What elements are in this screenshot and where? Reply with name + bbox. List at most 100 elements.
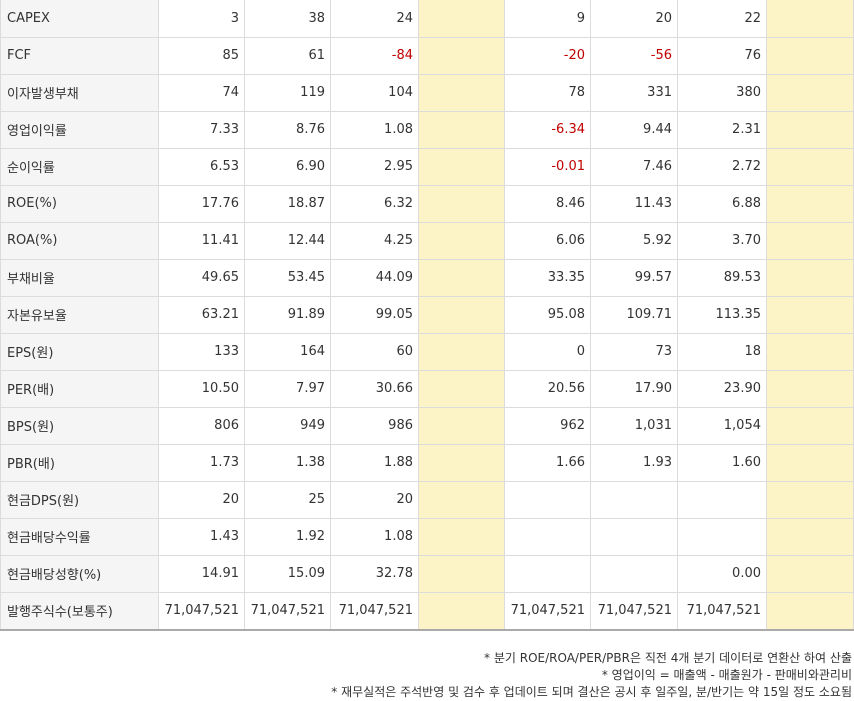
value-cell: 6.53 <box>158 147 245 186</box>
highlight-cell <box>418 221 505 260</box>
financial-summary-panel: CAPEX 3 38 24 9 20 22 FCF 85 61 -84 -20 -56 76 이자발생부채 7… <box>0 0 854 701</box>
value-cell: 95.08 <box>504 295 591 334</box>
highlight-cell <box>418 110 505 149</box>
value-cell: 14.91 <box>158 554 245 593</box>
footnote-update-schedule: * 재무실적은 주석반영 및 검수 후 업데이트 되며 결산은 공시 후 일주일… <box>331 685 852 699</box>
highlight-cell <box>418 591 505 631</box>
value-cell: 1.93 <box>590 443 678 482</box>
row-label: 영업이익률 <box>0 110 159 149</box>
value-cell: 0 <box>504 332 591 371</box>
highlight-cell <box>418 147 505 186</box>
financial-table: CAPEX 3 38 24 9 20 22 FCF 85 61 -84 -20 -56 76 이자발생부채 7… <box>0 0 854 631</box>
row-label: 현금배당수익률 <box>0 517 159 556</box>
row-label: FCF <box>0 36 159 75</box>
table-row: 현금배당수익률 1.43 1.92 1.08 <box>0 517 854 556</box>
value-cell: 53.45 <box>244 258 331 297</box>
value-cell: 1,031 <box>590 406 678 445</box>
value-cell: 0.00 <box>677 554 767 593</box>
highlight-cell <box>418 443 505 482</box>
value-cell: 4.25 <box>330 221 419 260</box>
highlight-cell <box>766 591 854 631</box>
highlight-cell <box>766 480 854 519</box>
highlight-cell <box>418 0 505 38</box>
value-cell: 104 <box>330 73 419 112</box>
value-cell: 1.88 <box>330 443 419 482</box>
table-row: 현금DPS(원) 20 25 20 <box>0 480 854 519</box>
table-row: 부채비율 49.65 53.45 44.09 33.35 99.57 89.53 <box>0 258 854 297</box>
highlight-cell <box>766 517 854 556</box>
value-cell: -0.01 <box>504 147 591 186</box>
highlight-cell <box>418 480 505 519</box>
value-cell: 1.66 <box>504 443 591 482</box>
value-cell: 20 <box>330 480 419 519</box>
value-cell: 17.76 <box>158 184 245 223</box>
table-row: 발행주식수(보통주) 71,047,521 71,047,521 71,047,521… <box>0 591 854 631</box>
footnote-quarterly: * 분기 ROE/ROA/PER/PBR은 직전 4개 분기 데이터로 연환산 … <box>484 651 852 665</box>
row-label: 이자발생부채 <box>0 73 159 112</box>
value-cell <box>677 480 767 519</box>
value-cell: 1.08 <box>330 110 419 149</box>
row-label: 발행주식수(보통주) <box>0 591 159 631</box>
highlight-cell <box>766 332 854 371</box>
value-cell: 11.41 <box>158 221 245 260</box>
value-cell: 8.46 <box>504 184 591 223</box>
value-cell <box>504 517 591 556</box>
value-cell <box>590 554 678 593</box>
value-cell: 32.78 <box>330 554 419 593</box>
value-cell: 61 <box>244 36 331 75</box>
value-cell: 63.21 <box>158 295 245 334</box>
value-cell: -20 <box>504 36 591 75</box>
value-cell: 1.73 <box>158 443 245 482</box>
highlight-cell <box>766 36 854 75</box>
value-cell: 25 <box>244 480 331 519</box>
row-label: CAPEX <box>0 0 159 38</box>
value-cell: 6.90 <box>244 147 331 186</box>
highlight-cell <box>766 443 854 482</box>
value-cell: 17.90 <box>590 369 678 408</box>
value-cell: 109.71 <box>590 295 678 334</box>
value-cell: 99.05 <box>330 295 419 334</box>
value-cell: 71,047,521 <box>158 591 245 631</box>
value-cell: 119 <box>244 73 331 112</box>
value-cell: 164 <box>244 332 331 371</box>
highlight-cell <box>418 369 505 408</box>
value-cell: 1.60 <box>677 443 767 482</box>
row-label: EPS(원) <box>0 332 159 371</box>
value-cell: 91.89 <box>244 295 331 334</box>
value-cell: 7.33 <box>158 110 245 149</box>
row-label: BPS(원) <box>0 406 159 445</box>
value-cell: 78 <box>504 73 591 112</box>
value-cell: 9 <box>504 0 591 38</box>
value-cell: 2.95 <box>330 147 419 186</box>
value-cell: 23.90 <box>677 369 767 408</box>
footnotes: * 분기 ROE/ROA/PER/PBR은 직전 4개 분기 데이터로 연환산 … <box>331 650 852 701</box>
value-cell: 6.06 <box>504 221 591 260</box>
financial-table-body: CAPEX 3 38 24 9 20 22 FCF 85 61 -84 -20 -56 76 이자발생부채 7… <box>0 0 854 631</box>
value-cell: 1,054 <box>677 406 767 445</box>
value-cell: 71,047,521 <box>330 591 419 631</box>
table-row: ROA(%) 11.41 12.44 4.25 6.06 5.92 3.70 <box>0 221 854 260</box>
value-cell: 5.92 <box>590 221 678 260</box>
value-cell: 2.31 <box>677 110 767 149</box>
value-cell: 15.09 <box>244 554 331 593</box>
highlight-cell <box>418 36 505 75</box>
highlight-cell <box>766 554 854 593</box>
value-cell: 71,047,521 <box>244 591 331 631</box>
highlight-cell <box>418 184 505 223</box>
highlight-cell <box>766 73 854 112</box>
value-cell: 20 <box>590 0 678 38</box>
highlight-cell <box>766 184 854 223</box>
table-row: CAPEX 3 38 24 9 20 22 <box>0 0 854 38</box>
table-row: BPS(원) 806 949 986 962 1,031 1,054 <box>0 406 854 445</box>
value-cell <box>504 554 591 593</box>
highlight-cell <box>418 295 505 334</box>
highlight-cell <box>766 0 854 38</box>
value-cell: 7.46 <box>590 147 678 186</box>
value-cell: 1.08 <box>330 517 419 556</box>
value-cell <box>590 480 678 519</box>
value-cell: 380 <box>677 73 767 112</box>
value-cell: 962 <box>504 406 591 445</box>
row-label: 자본유보율 <box>0 295 159 334</box>
highlight-cell <box>418 332 505 371</box>
value-cell: 3.70 <box>677 221 767 260</box>
